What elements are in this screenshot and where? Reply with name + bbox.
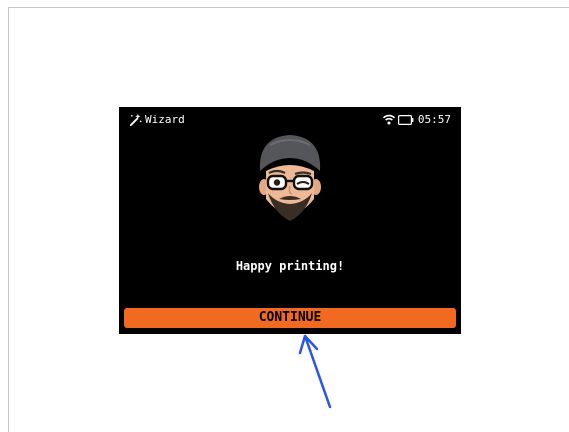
wizard-wand-icon [129,113,142,126]
battery-icon [397,114,414,125]
status-bar: Wizard 05:57 [119,107,461,133]
continue-button[interactable]: CONTINUE [124,308,456,328]
blue-arrow-icon [298,334,332,409]
printer-screen: Wizard 05:57 Happy printing! CONTINUE [119,107,461,334]
clock: 05:57 [417,113,451,126]
wifi-icon [382,114,395,125]
wizard-header: Wizard [129,113,185,126]
status-title: Wizard [145,113,185,126]
status-indicators: 05:57 [382,113,451,126]
winking-avatar-illustration [259,135,321,221]
completion-message: Happy printing! [235,259,345,273]
